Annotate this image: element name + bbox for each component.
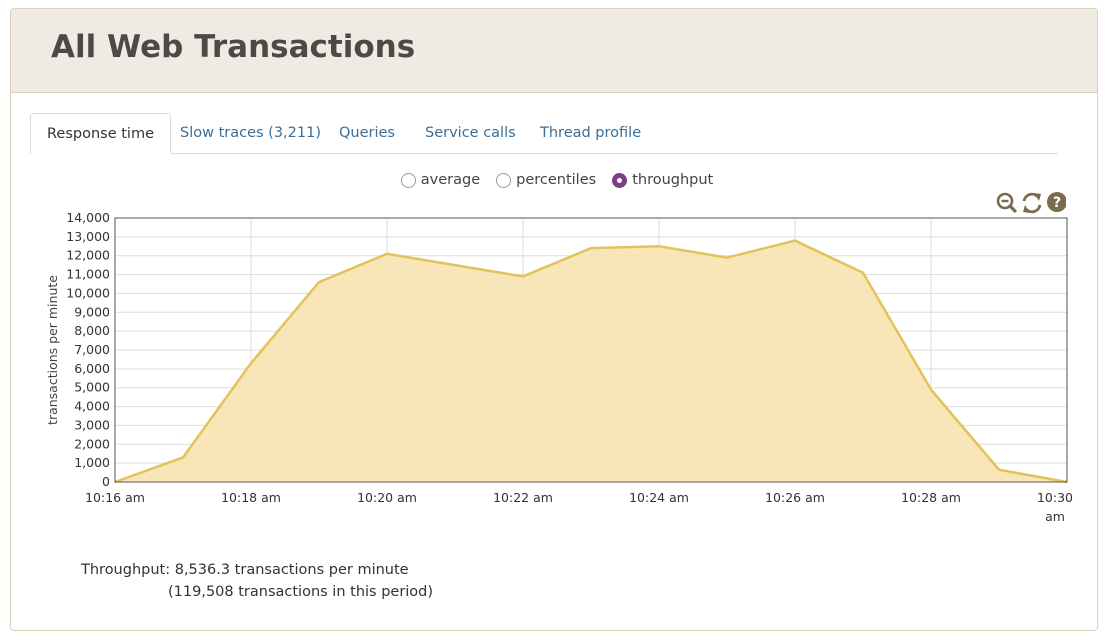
y-tick-label: 3,000	[74, 417, 110, 432]
x-tick-label: 10:24 am	[629, 490, 689, 505]
x-tick-label: 10:18 am	[221, 490, 281, 505]
x-tick-label: 10:26 am	[765, 490, 825, 505]
throughput-area	[115, 240, 1067, 482]
x-axis-ticks: 10:16 am 10:18 am 10:20 am 10:22 am 10:24 am…	[85, 490, 1073, 524]
x-tick-label: 10:30 am	[1037, 490, 1073, 524]
throughput-summary: Throughput: 8,536.3 transactions per min…	[81, 559, 433, 603]
y-tick-label: 2,000	[74, 436, 110, 451]
summary-throughput: Throughput: 8,536.3 transactions per min…	[81, 562, 409, 578]
y-axis-label: transactions per minute	[45, 275, 60, 425]
y-tick-label: 4,000	[74, 399, 110, 414]
summary-count: (119,508 transactions in this period)	[168, 584, 434, 600]
y-tick-label: 13,000	[66, 229, 110, 244]
x-tick-label: 10:16 am	[85, 490, 145, 505]
throughput-chart: 0 1,000 2,000 3,000 4,000 5,000 6,000 7,000 8,00…	[45, 210, 1073, 524]
y-tick-label: 1,000	[74, 455, 110, 470]
y-tick-label: 12,000	[66, 248, 110, 263]
y-tick-label: 14,000	[66, 210, 110, 225]
y-tick-label: 6,000	[74, 361, 110, 376]
x-tick-label: 10:28 am	[901, 490, 961, 505]
y-tick-label: 10,000	[66, 285, 110, 300]
x-tick-label: 10:22 am	[493, 490, 553, 505]
y-tick-label: 0	[102, 474, 110, 489]
x-tick-label: 10:20 am	[357, 490, 417, 505]
y-tick-label: 11,000	[66, 267, 110, 282]
y-axis-ticks: 0 1,000 2,000 3,000 4,000 5,000 6,000 7,000 8,00…	[66, 210, 110, 489]
y-tick-label: 8,000	[74, 323, 110, 338]
y-tick-label: 9,000	[74, 304, 110, 319]
y-tick-label: 5,000	[74, 380, 110, 395]
y-tick-label: 7,000	[74, 342, 110, 357]
